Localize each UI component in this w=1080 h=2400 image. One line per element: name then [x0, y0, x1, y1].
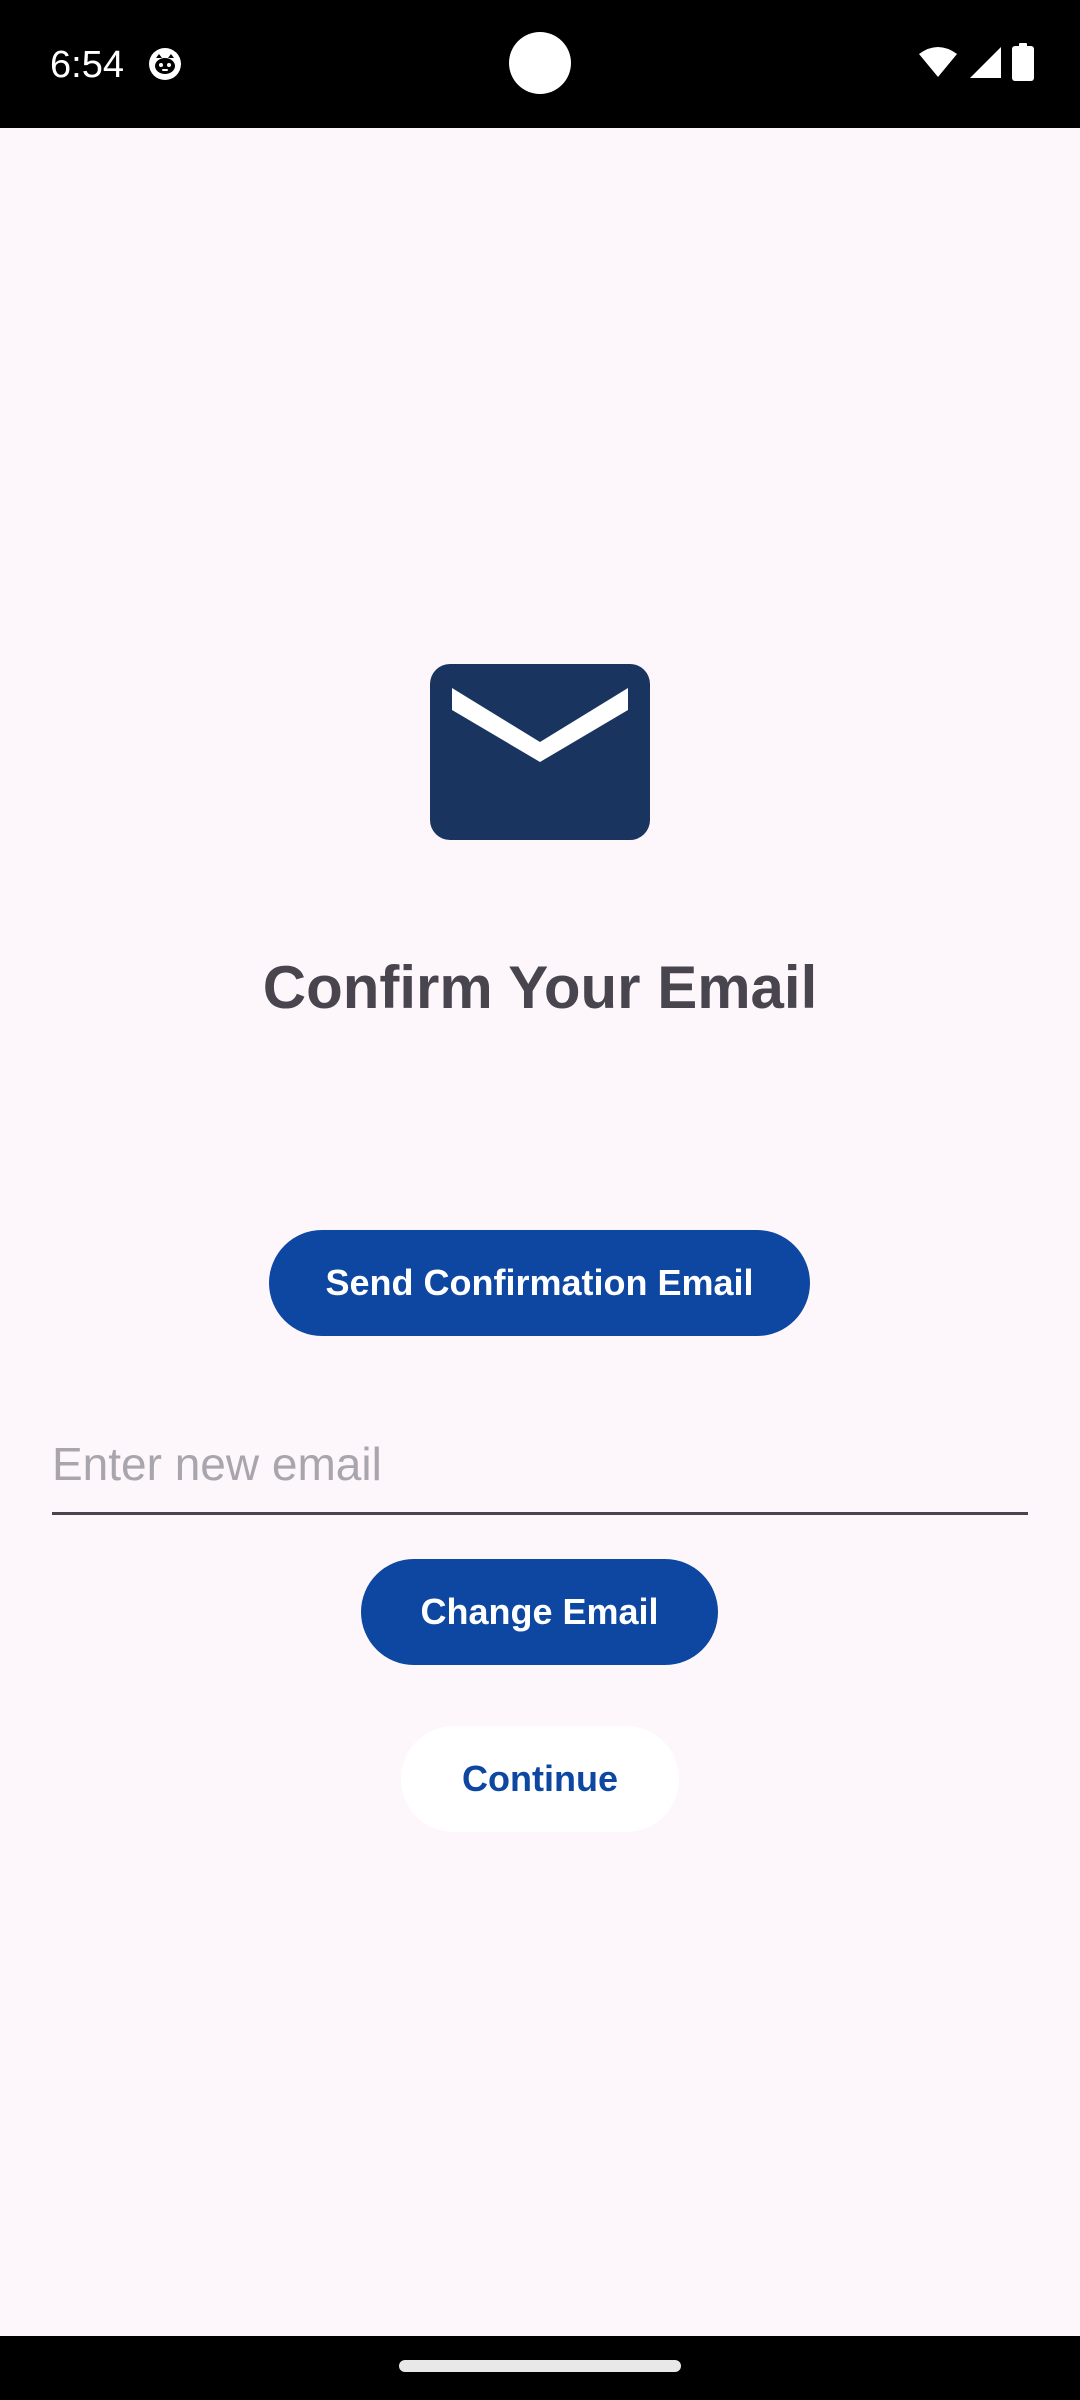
new-email-field	[52, 1416, 1028, 1515]
wifi-icon	[918, 46, 958, 83]
main-content: Confirm Your Email Send Confirmation Ema…	[0, 128, 1080, 2336]
new-email-input[interactable]	[52, 1416, 1028, 1512]
status-icons	[918, 42, 1034, 86]
home-indicator[interactable]	[399, 2360, 681, 2372]
email-envelope-icon	[430, 664, 650, 840]
battery-icon	[1012, 42, 1034, 86]
status-time: 6:54	[50, 44, 124, 86]
cellular-signal-icon	[968, 45, 1002, 84]
cat-face-icon	[148, 47, 182, 81]
status-bar: 6:54	[0, 0, 1080, 128]
send-confirmation-email-button[interactable]: Send Confirmation Email	[269, 1230, 810, 1336]
screen: 6:54 Confirm Your Email Send Confirmatio…	[0, 0, 1080, 2400]
change-email-button[interactable]: Change Email	[361, 1559, 718, 1665]
camera-cutout	[509, 32, 571, 94]
page-title: Confirm Your Email	[262, 954, 818, 1021]
continue-button[interactable]: Continue	[401, 1726, 679, 1832]
navigation-bar	[0, 2336, 1080, 2400]
